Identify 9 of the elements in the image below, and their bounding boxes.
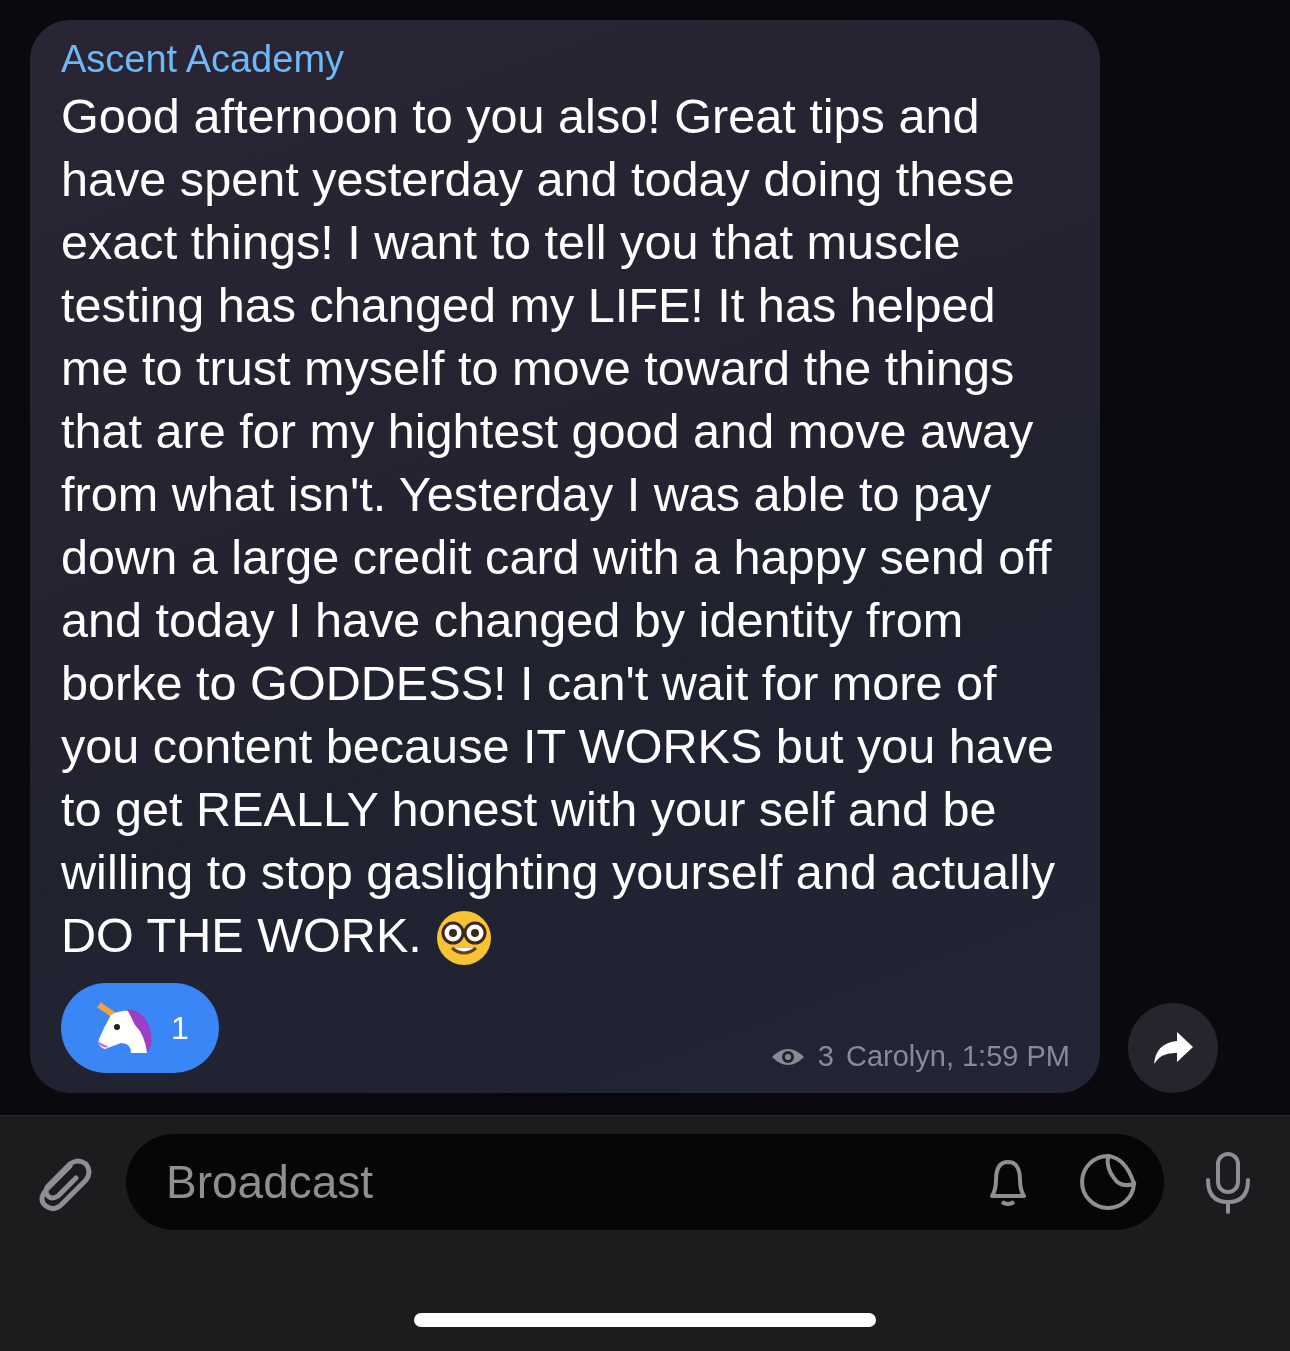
sender-name: Ascent Academy — [61, 38, 346, 81]
forward-arrow-icon — [1151, 1030, 1195, 1066]
broadcast-input-field[interactable]: Broadcast — [164, 1154, 940, 1210]
composer-field[interactable]: Broadcast — [126, 1134, 1164, 1230]
reaction-chip[interactable]: 1 — [61, 983, 219, 1073]
message-text: Good afternoon to you also! Great tips and have spent yesterday and today doing these exact things! I want to tell you that muscle testing has changed my LIFE! It has helped me to trust myself to move toward the things that are for my hightest good and move away from what isn't. Yesterday I was able to pay down a large credit card with a happy send off and today I have changed by identity from borke to GODDESS! I can't wait for more of you content because IT WORKS but you have to get REALLY honest with your self and be willing to stop gaslighting yourself and actually DO THE WORK. — [61, 85, 1070, 967]
message-signature: Carolyn, 1:59 PM — [845, 1040, 1070, 1073]
nerd-face-icon — [435, 910, 492, 966]
view-count: 3 — [817, 1040, 834, 1073]
